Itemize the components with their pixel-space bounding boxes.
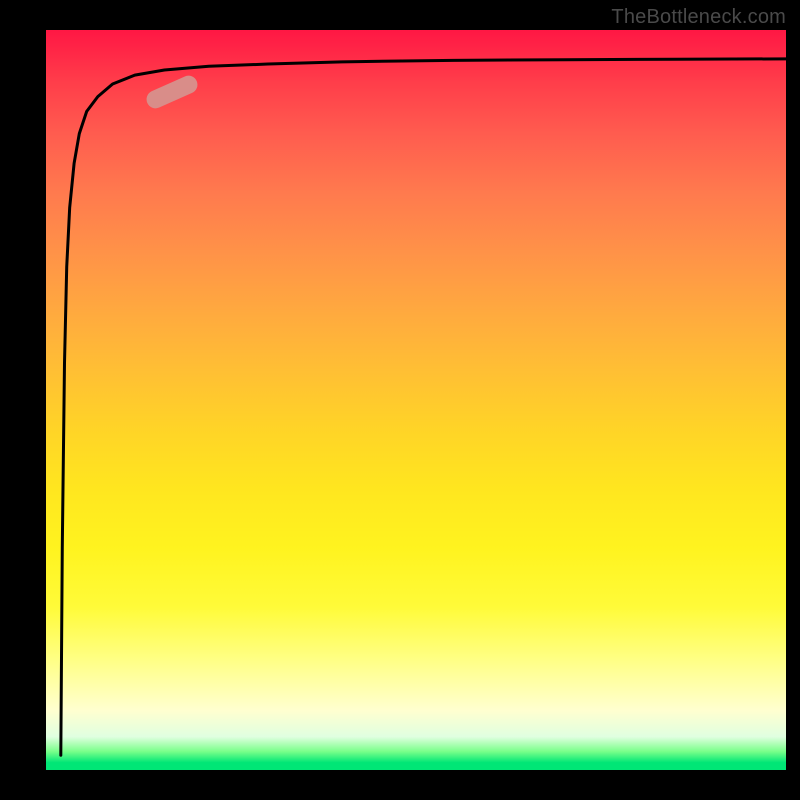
chart-canvas: TheBottleneck.com [0, 0, 800, 800]
curve-path [61, 59, 786, 755]
plot-area [46, 30, 786, 770]
credit-text: TheBottleneck.com [611, 6, 786, 29]
curve-svg [46, 30, 786, 770]
